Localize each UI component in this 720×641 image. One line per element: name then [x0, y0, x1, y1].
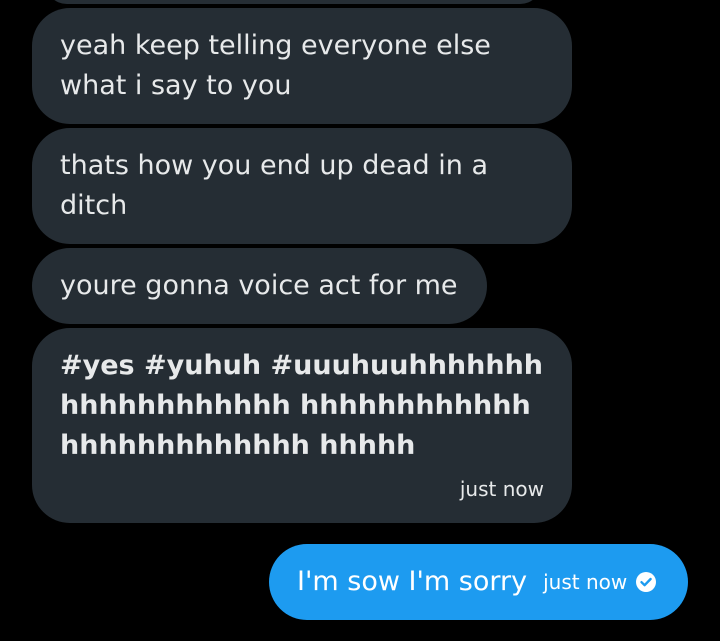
message-bubble-incoming[interactable]: youre gonna voice act for me [32, 248, 487, 324]
message-bubble-incoming[interactable]: #yes #yuhuh #uuuhuuhhhhhhhhhhhhhhhhhhh h… [32, 328, 572, 523]
message-text: I'm sow I'm sorry [297, 566, 528, 597]
message-text: yeah keep telling everyone else what i s… [60, 30, 491, 101]
message-text: youre gonna voice act for me [60, 270, 458, 301]
message-bubble-incoming[interactable]: yeah keep telling everyone else what i s… [32, 8, 572, 124]
check-circle-icon [635, 571, 657, 593]
message-bubble-incoming[interactable]: thats how you end up dead in a ditch [32, 128, 572, 244]
message-timestamp: just now [543, 570, 628, 594]
hashtag-message-text: #yes #yuhuh #uuuhuuhhhhhhhhhhhhhhhhhhh h… [60, 350, 544, 461]
message-timestamp: just now [459, 477, 544, 501]
message-text: thats how you end up dead in a ditch [60, 150, 489, 221]
message-bubble-partial [45, 0, 542, 4]
message-bubble-outgoing[interactable]: I'm sow I'm sorry just now [269, 544, 688, 620]
